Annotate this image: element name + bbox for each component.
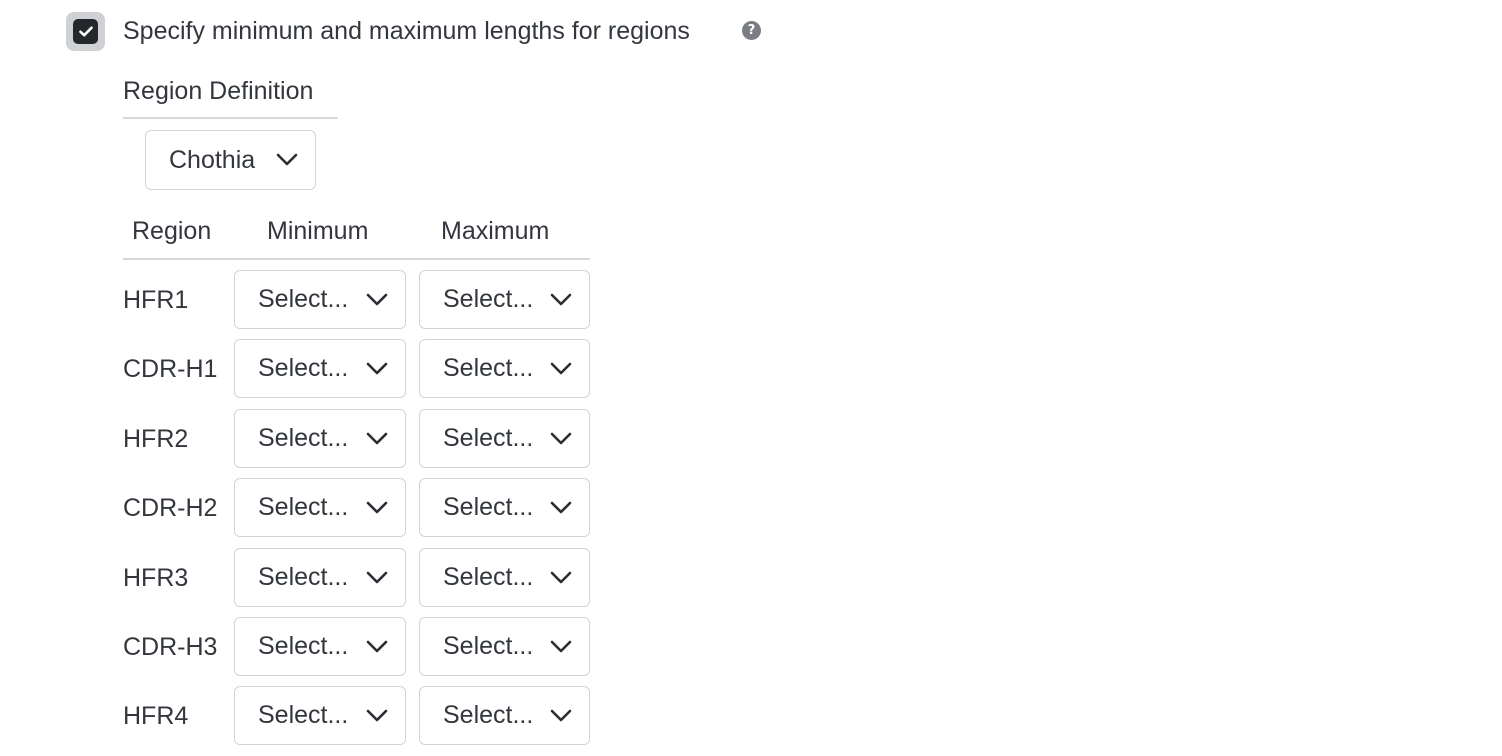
chevron-down-icon [550,709,572,721]
table-row: HFR3 Select... Select... [123,548,590,608]
maximum-length-select[interactable]: Select... [419,339,590,398]
table-row: CDR-H1 Select... Select... [123,339,590,399]
minimum-length-select[interactable]: Select... [234,686,406,745]
chevron-down-icon [366,362,388,374]
region-definition-value: Chothia [169,145,256,174]
maximum-length-select[interactable]: Select... [419,548,590,607]
table-row: HFR4 Select... Select... [123,686,590,746]
table-row: CDR-H2 Select... Select... [123,478,590,538]
region-name: HFR2 [123,425,189,453]
chevron-down-icon [366,640,388,652]
chevron-down-icon [366,571,388,583]
maximum-length-select[interactable]: Select... [419,617,590,676]
minimum-length-select[interactable]: Select... [234,409,406,468]
region-name: HFR3 [123,564,189,592]
chevron-down-icon [366,432,388,444]
chevron-down-icon [276,153,298,166]
maximum-length-value: Select... [443,493,534,521]
chevron-down-icon [550,501,572,513]
chevron-down-icon [550,293,572,305]
maximum-length-select[interactable]: Select... [419,686,590,745]
chevron-down-icon [550,362,572,374]
region-name: CDR-H2 [123,494,218,522]
region-table-header: Region Minimum Maximum [123,212,590,260]
maximum-length-value: Select... [443,563,534,591]
minimum-length-select[interactable]: Select... [234,339,406,398]
maximum-length-value: Select... [443,424,534,452]
column-header-minimum: Minimum [267,217,369,245]
column-header-maximum: Maximum [441,217,550,245]
minimum-length-value: Select... [258,632,349,660]
minimum-length-value: Select... [258,701,349,729]
chevron-down-icon [550,571,572,583]
maximum-length-value: Select... [443,285,534,313]
region-name: CDR-H3 [123,633,218,661]
maximum-length-value: Select... [443,632,534,660]
maximum-length-value: Select... [443,701,534,729]
minimum-length-select[interactable]: Select... [234,617,406,676]
minimum-length-select[interactable]: Select... [234,478,406,537]
region-name: CDR-H1 [123,355,218,383]
checkbox-checked-indicator [73,19,98,44]
minimum-length-value: Select... [258,285,349,313]
chevron-down-icon [550,640,572,652]
chevron-down-icon [366,501,388,513]
regions-length-checkbox[interactable] [66,12,105,51]
maximum-length-value: Select... [443,354,534,382]
minimum-length-value: Select... [258,563,349,591]
chevron-down-icon [366,709,388,721]
maximum-length-select[interactable]: Select... [419,270,590,329]
table-row: HFR2 Select... Select... [123,409,590,469]
minimum-length-select[interactable]: Select... [234,548,406,607]
region-definition-select[interactable]: Chothia [145,130,316,190]
table-row: HFR1 Select... Select... [123,270,590,330]
minimum-length-value: Select... [258,354,349,382]
region-name: HFR1 [123,286,189,314]
column-header-region: Region [132,217,212,245]
minimum-length-value: Select... [258,424,349,452]
chevron-down-icon [366,293,388,305]
minimum-length-value: Select... [258,493,349,521]
region-definition-heading: Region Definition [123,76,338,119]
regions-length-checkbox-label[interactable]: Specify minimum and maximum lengths for … [123,16,690,46]
chevron-down-icon [550,432,572,444]
maximum-length-select[interactable]: Select... [419,478,590,537]
table-row: CDR-H3 Select... Select... [123,617,590,677]
maximum-length-select[interactable]: Select... [419,409,590,468]
region-name: HFR4 [123,702,189,730]
question-circle-icon[interactable]: ? [742,21,761,40]
checkmark-icon [78,26,93,37]
minimum-length-select[interactable]: Select... [234,270,406,329]
